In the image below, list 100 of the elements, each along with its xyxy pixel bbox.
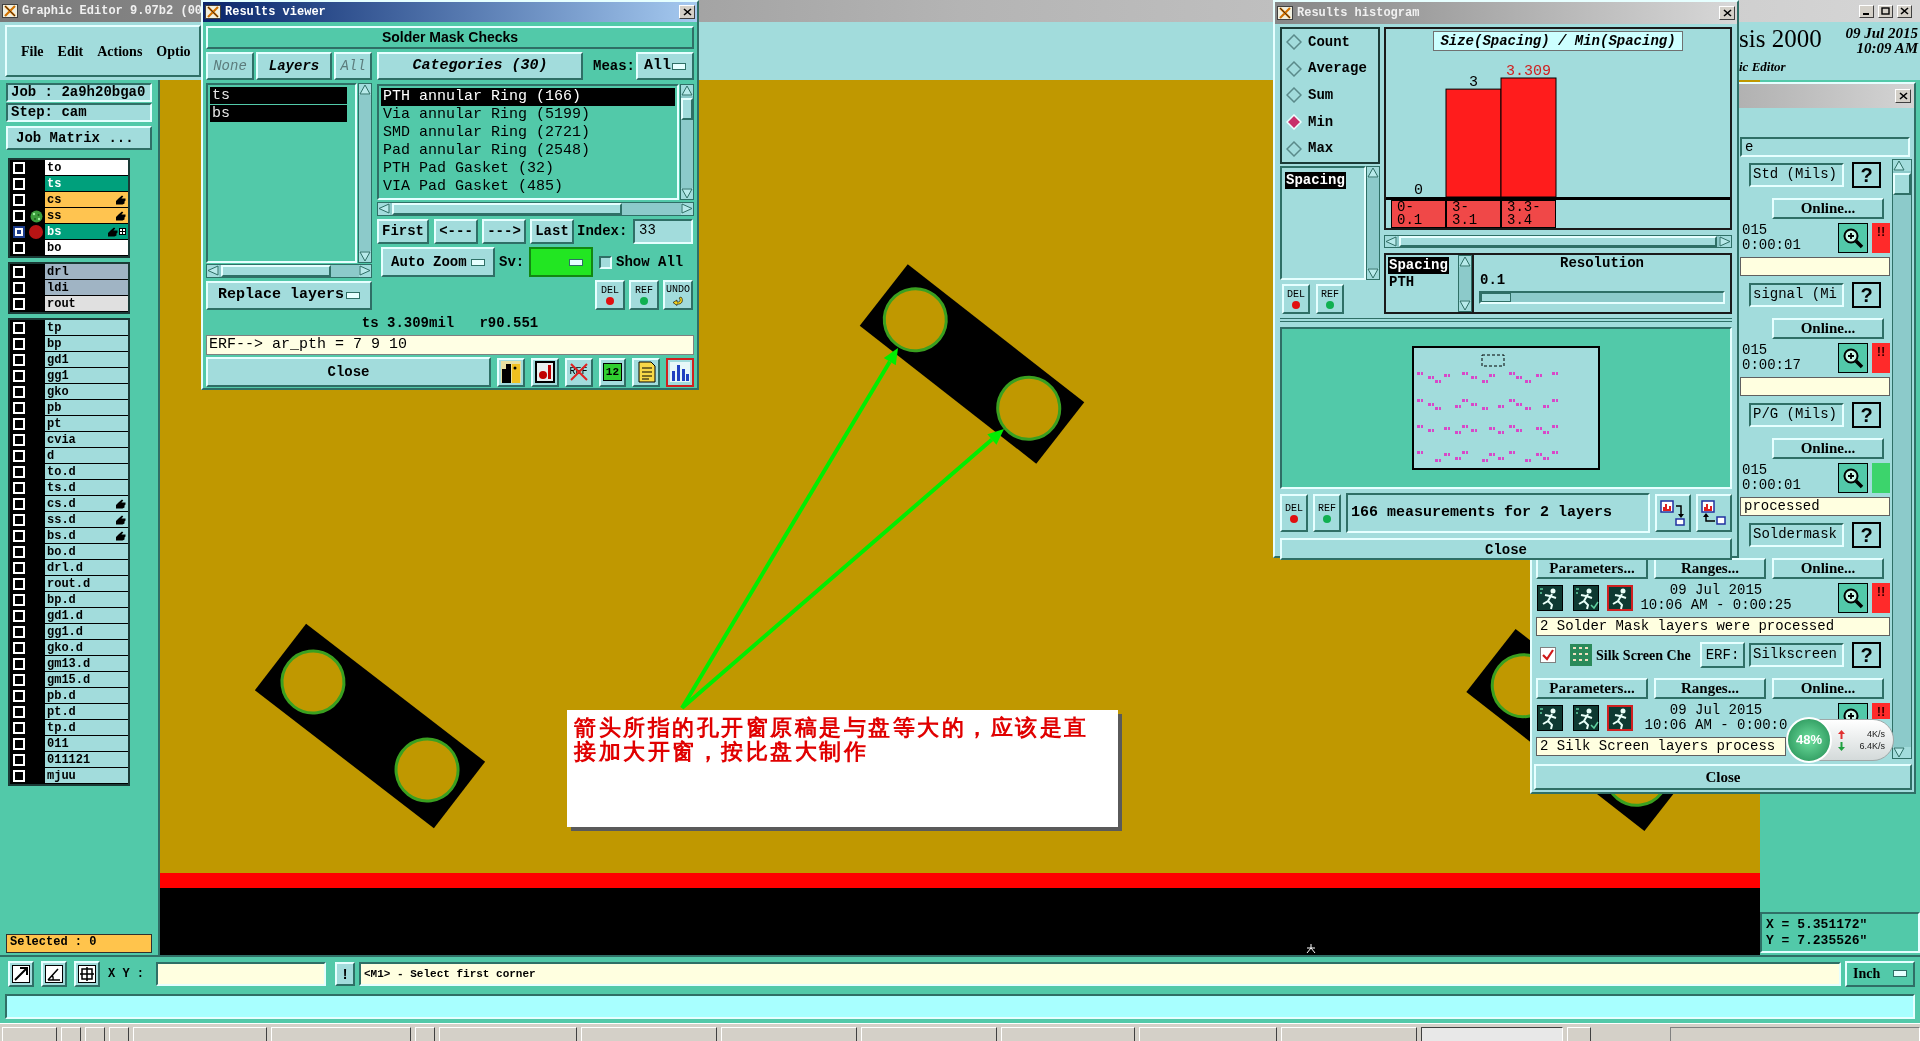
check-action-button[interactable]: Online... [1772,318,1884,339]
close-button[interactable] [1897,4,1912,18]
minimize-button[interactable] [1859,4,1874,18]
layer-name-cell[interactable]: rout.d [45,576,128,592]
layer-name-cell[interactable]: pb.d [45,688,128,704]
nav-button[interactable]: First [377,219,429,244]
layer-name-cell[interactable]: gm13.d [45,656,128,672]
menu-item[interactable]: File [21,40,44,62]
runner-icon[interactable] [1573,585,1599,611]
parameter-field[interactable]: Silkscreen [1749,643,1844,667]
parameter-field[interactable]: Std (Mils) [1749,163,1844,187]
slider-track[interactable] [1479,291,1725,304]
menu-item[interactable]: Edit [57,40,84,62]
checkbox[interactable] [599,255,612,269]
close-button[interactable] [679,5,695,19]
check-action-button[interactable]: Online... [1772,558,1884,579]
category-item[interactable]: PTH annular Ring (166) [381,88,675,106]
checkbox[interactable] [12,226,25,238]
radio-button[interactable] [1286,87,1302,104]
runner-icon[interactable] [1573,705,1599,731]
close-button[interactable]: Close [1534,764,1912,790]
layer-name-cell[interactable]: cvia [45,432,128,448]
layer-name-cell[interactable]: pt.d [45,704,128,720]
refresh-button[interactable]: REF [629,280,659,310]
parameter-field[interactable]: signal (Mi [1749,283,1844,307]
layer-list-item[interactable]: ts [210,87,347,104]
units-dropdown[interactable]: Inch [1845,960,1915,987]
check-action-button[interactable]: Online... [1772,678,1884,699]
help-button[interactable]: ? [1852,402,1881,428]
refresh-button[interactable]: REF [1313,494,1341,532]
zoom-button[interactable] [1838,463,1868,493]
help-button[interactable]: ? [1852,162,1881,188]
line-tool-button[interactable] [8,960,34,987]
category-item[interactable]: VIA Pad Gasket (485) [381,178,675,196]
color-dropdown[interactable] [529,247,593,277]
layer-name-cell[interactable]: gko [45,384,128,400]
delete-button[interactable]: DEL [1282,284,1310,314]
zoom-mode-dropdown[interactable]: Auto Zoom [381,247,495,277]
layer-name-cell[interactable]: gd1.d [45,608,128,624]
layer-name-cell[interactable]: ss [45,208,128,224]
scroll-thumb[interactable] [221,265,331,277]
toolbar-button[interactable]: 12 [598,357,627,387]
scroll-thumb[interactable] [392,203,622,215]
layer-name-cell[interactable]: cs.d [45,496,128,512]
layer-name-cell[interactable]: tp.d [45,720,128,736]
radio-button[interactable] [1286,34,1302,51]
checkbox[interactable] [1540,647,1556,663]
category-item[interactable]: Via annular Ring (5199) [381,106,675,124]
layer-name-cell[interactable]: mjuu [45,768,128,784]
close-button[interactable] [1719,6,1735,20]
replace-layers-dropdown[interactable]: Replace layers [206,281,372,310]
measure-dropdown[interactable]: All [636,52,694,80]
parameter-field[interactable]: Soldermask [1749,523,1844,547]
layer-name-cell[interactable]: ss.d [45,512,128,528]
coordinate-input[interactable] [156,961,326,986]
check-action-button[interactable]: Online... [1772,438,1884,459]
check-action-button[interactable]: Ranges... [1654,678,1766,699]
runner-icon[interactable] [1607,705,1633,731]
layer-name-cell[interactable]: gd1 [45,352,128,368]
zoom-button[interactable] [1838,223,1868,253]
layer-name-cell[interactable]: to.d [45,464,128,480]
category-item[interactable]: SMD annular Ring (2721) [381,124,675,142]
layer-name-cell[interactable]: bo.d [45,544,128,560]
attribute-item[interactable]: PTH [1388,274,1416,291]
check-action-button[interactable]: Online... [1772,198,1884,219]
zoom-button[interactable] [1838,703,1868,719]
scrollbar[interactable] [680,84,694,200]
zoom-button[interactable] [1838,343,1868,373]
nav-button[interactable]: ---> [482,219,526,244]
layer-name-cell[interactable]: bp.d [45,592,128,608]
check-action-button[interactable]: Ranges... [1654,558,1766,579]
scrollbar[interactable] [1458,255,1472,312]
scrollbar[interactable] [1366,166,1380,280]
erf-button[interactable]: ERF: [1700,642,1745,668]
nav-button[interactable]: Last [530,219,574,244]
delete-button[interactable]: DEL [1280,494,1308,532]
close-button[interactable]: Close [206,357,491,387]
close-button[interactable]: Close [1280,538,1732,560]
undo-button[interactable]: UNDO [663,280,693,310]
radio-button[interactable] [1286,140,1302,157]
parameter-field[interactable]: P/G (Mils) [1749,403,1844,427]
scrollbar[interactable] [358,83,372,263]
scroll-thumb[interactable] [1399,236,1717,247]
help-button[interactable]: ? [1852,522,1881,548]
scrollbar[interactable] [1892,159,1912,759]
refresh-button[interactable]: REF [1316,284,1344,314]
export-button[interactable] [1655,494,1691,532]
layer-name-cell[interactable]: 011121 [45,752,128,768]
layer-name-cell[interactable]: gm15.d [45,672,128,688]
scroll-thumb[interactable] [681,98,693,120]
layer-name-cell[interactable]: bo [45,240,128,256]
layer-name-cell[interactable]: pb [45,400,128,416]
menu-item[interactable]: Actions [97,40,143,62]
layer-name-cell[interactable]: rout [45,296,128,312]
layer-filter-button[interactable]: Layers [256,52,332,80]
layer-name-cell[interactable]: cs [45,192,128,208]
runner-icon[interactable] [1537,585,1563,611]
maximize-button[interactable] [1878,4,1893,18]
job-matrix-button[interactable]: Job Matrix ... [6,126,152,150]
text-field[interactable]: e [1740,137,1910,157]
